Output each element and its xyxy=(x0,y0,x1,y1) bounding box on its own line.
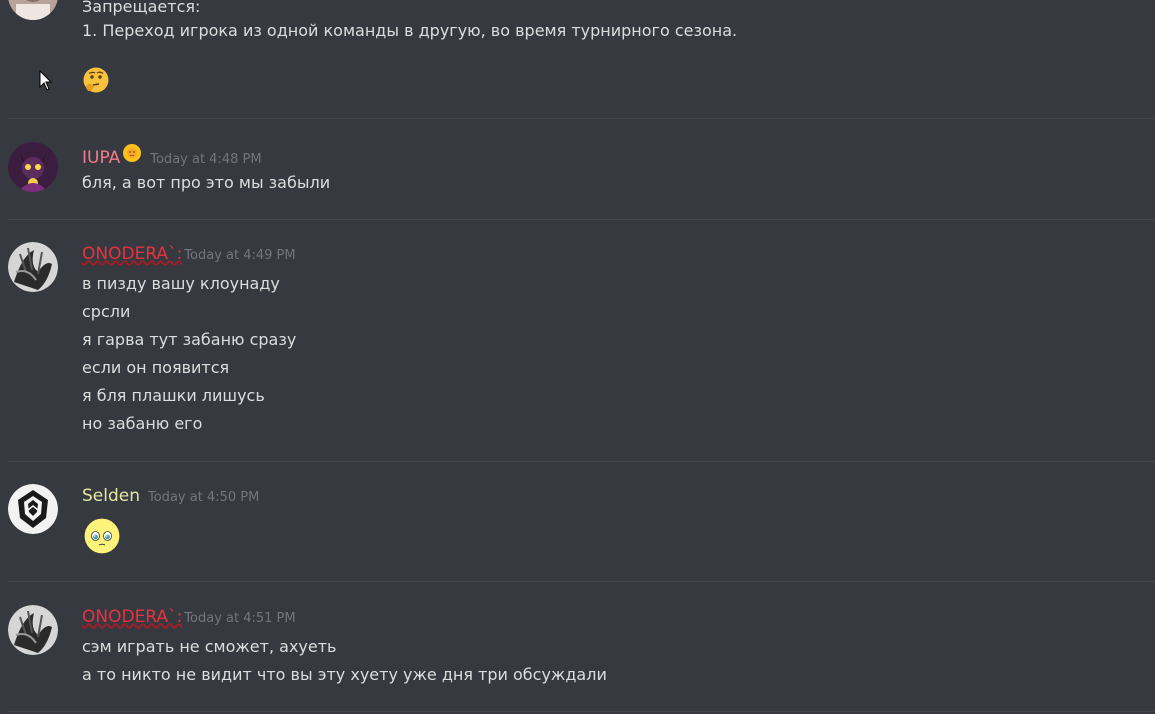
avatar[interactable] xyxy=(8,242,58,292)
message-line: но забаню его xyxy=(82,414,203,433)
sun-badge-icon xyxy=(122,143,142,163)
message-divider xyxy=(8,461,1155,462)
avatar[interactable] xyxy=(8,142,58,192)
message-line: если он появится xyxy=(82,358,230,377)
message-line: срсли xyxy=(82,302,131,321)
avatar[interactable] xyxy=(8,605,58,655)
message-line: сэм играть не сможет, ахуеть xyxy=(82,637,337,656)
pleading-face-icon xyxy=(82,516,122,556)
username[interactable]: Selden xyxy=(82,486,140,506)
timestamp: Today at 4:48 PM xyxy=(150,152,262,167)
message-divider xyxy=(8,711,1155,712)
username[interactable]: ONODERA`: xyxy=(82,244,182,264)
message-line: 1. Переход игрока из одной команды в дру… xyxy=(82,21,738,40)
timestamp: Today at 4:50 PM xyxy=(148,490,260,505)
message-line: бля, а вот про это мы забыли xyxy=(82,173,331,192)
avatar[interactable] xyxy=(8,0,58,20)
message-divider xyxy=(8,118,1155,119)
message-line: в пизду вашу клоунаду xyxy=(82,274,280,293)
avatar[interactable] xyxy=(8,484,58,534)
message-divider xyxy=(8,581,1155,582)
thinking-face-icon xyxy=(82,66,110,94)
message-line: я бля плашки лишусь xyxy=(82,386,265,405)
chat-message-list: Запрещается: 1. Переход игрока из одной … xyxy=(0,0,1155,714)
message-divider xyxy=(8,219,1155,220)
username[interactable]: ONODERA`: xyxy=(82,607,182,627)
username[interactable]: IUPA xyxy=(82,148,120,168)
message-line: я гарва тут забаню сразу xyxy=(82,330,297,349)
mouse-cursor-icon xyxy=(39,70,53,91)
timestamp: Today at 4:49 PM xyxy=(184,248,296,263)
timestamp: Today at 4:51 PM xyxy=(184,611,296,626)
message-line: а то никто не видит что вы эту хуету уже… xyxy=(82,665,607,684)
